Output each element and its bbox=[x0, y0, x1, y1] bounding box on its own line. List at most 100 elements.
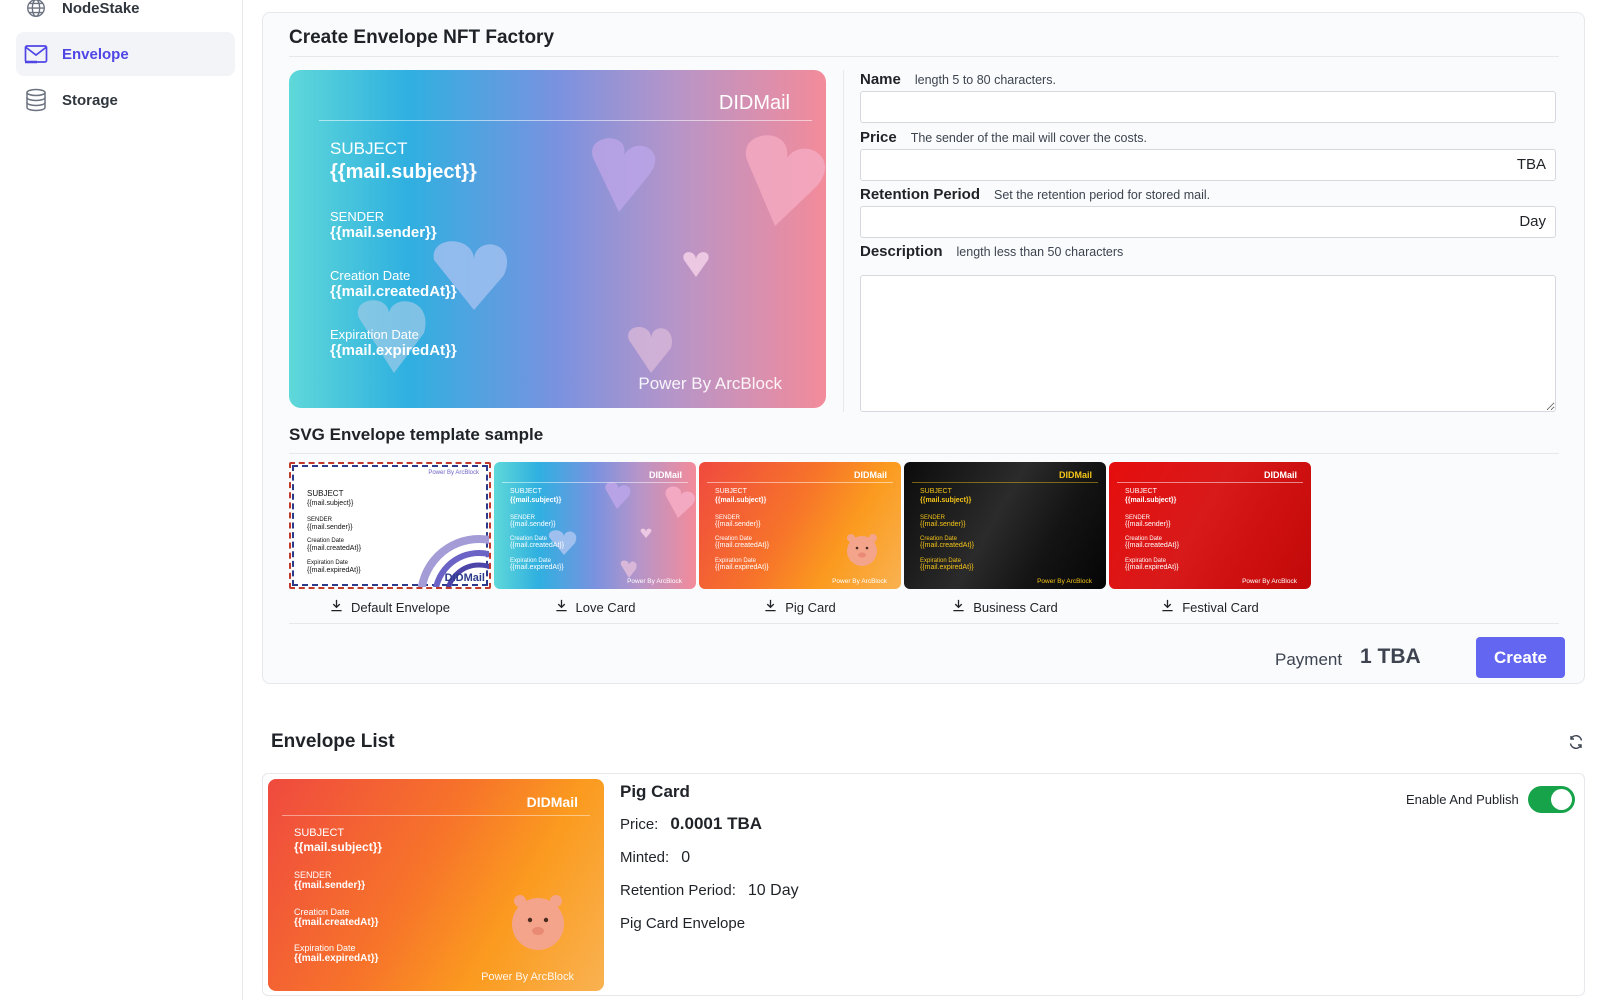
preview-sender-value: {{mail.sender}} bbox=[330, 224, 437, 241]
download-business-card[interactable]: Business Card bbox=[904, 599, 1106, 615]
envelope-list-item: Pig Card DIDMail SUBJECT {{mail.subject}… bbox=[262, 773, 1585, 996]
envelope-minted-row: Minted: 0 bbox=[620, 849, 690, 867]
refresh-icon[interactable] bbox=[1568, 734, 1584, 755]
name-input[interactable] bbox=[860, 91, 1556, 123]
template-created-value: {{mail.createdAt}} bbox=[510, 542, 565, 549]
retention-row-label: Retention Period: bbox=[620, 882, 736, 899]
template-expired-label: Expiration Date bbox=[307, 560, 349, 566]
title-divider bbox=[289, 56, 1559, 57]
description-textarea[interactable] bbox=[860, 275, 1556, 412]
price-input[interactable] bbox=[860, 149, 1556, 181]
envelope-subject-label: SUBJECT bbox=[294, 827, 345, 839]
description-label-text: Description bbox=[860, 243, 943, 260]
envelope-description: Pig Card Envelope bbox=[620, 915, 746, 932]
template-brand: DIDMail bbox=[853, 470, 887, 480]
template-caption: Festival Card bbox=[1182, 599, 1259, 615]
envelope-retention-row: Retention Period: 10 Day bbox=[620, 882, 799, 900]
retention-suffix: Day bbox=[1519, 213, 1546, 230]
envelope-thumbnail: Pig Card DIDMail SUBJECT {{mail.subject}… bbox=[268, 779, 604, 991]
template-default-envelope[interactable]: Power By ArcBlock SUBJECT {{mail.subject… bbox=[289, 462, 491, 589]
template-festival-card[interactable]: DIDMail SUBJECT {{mail.subject}} SENDER … bbox=[1109, 462, 1311, 589]
envelope-power-text: Power By ArcBlock bbox=[481, 971, 574, 983]
name-label-text: Name bbox=[860, 71, 901, 88]
name-hint: length 5 to 80 characters. bbox=[914, 73, 1056, 87]
envelope-expired-value: {{mail.expiredAt}} bbox=[294, 953, 379, 964]
create-button[interactable]: Create bbox=[1476, 637, 1565, 678]
template-subject-label: SUBJECT bbox=[1125, 488, 1157, 495]
retention-hint: Set the retention period for stored mail… bbox=[994, 188, 1211, 202]
template-created-value: {{mail.createdAt}} bbox=[1125, 542, 1180, 549]
envelope-name: Pig Card bbox=[620, 782, 690, 801]
template-divider bbox=[707, 482, 893, 483]
download-icon bbox=[764, 599, 777, 615]
enable-publish-toggle[interactable] bbox=[1528, 786, 1575, 813]
template-sender-value: {{mail.sender}} bbox=[510, 521, 556, 528]
template-sender-value: {{mail.sender}} bbox=[1125, 521, 1171, 528]
preview-created-label: Creation Date bbox=[330, 268, 411, 283]
retention-input[interactable] bbox=[860, 206, 1556, 238]
template-subject-label: SUBJECT bbox=[510, 488, 542, 495]
envelope-expired-label: Expiration Date bbox=[294, 943, 356, 953]
sidebar-item-storage[interactable]: Storage bbox=[16, 78, 235, 122]
envelope-created-label: Creation Date bbox=[294, 907, 350, 917]
sidebar-item-label: Envelope bbox=[62, 45, 129, 63]
template-power-text: Power By ArcBlock bbox=[1242, 578, 1297, 585]
envelope-sender-value: {{mail.sender}} bbox=[294, 880, 366, 891]
template-expired-value: {{mail.expiredAt}} bbox=[920, 564, 974, 571]
template-created-value: {{mail.createdAt}} bbox=[715, 542, 770, 549]
download-icon bbox=[330, 599, 343, 615]
preview-created-value: {{mail.createdAt}} bbox=[330, 283, 457, 300]
envelope-brand: DIDMail bbox=[526, 794, 578, 810]
sidebar-item-nodestake[interactable]: NodeStake bbox=[16, 0, 235, 30]
download-default-envelope[interactable]: Default Envelope bbox=[289, 599, 491, 615]
price-row-value: 0.0001 TBA bbox=[670, 814, 763, 833]
envelope-sender-label: SENDER bbox=[294, 870, 332, 880]
retention-input-wrapper: Day bbox=[860, 206, 1556, 238]
template-expired-value: {{mail.expiredAt}} bbox=[510, 564, 564, 571]
template-power-text: Power By ArcBlock bbox=[428, 470, 479, 476]
download-icon bbox=[1161, 599, 1174, 615]
database-icon bbox=[24, 88, 48, 112]
template-expired-value: {{mail.expiredAt}} bbox=[1125, 564, 1179, 571]
template-subject-label: SUBJECT bbox=[307, 489, 344, 498]
globe-icon bbox=[24, 0, 48, 20]
preview-expired-label: Expiration Date bbox=[330, 327, 419, 342]
download-love-card[interactable]: Love Card bbox=[494, 599, 696, 615]
template-brand: DIDMail bbox=[648, 470, 682, 480]
template-pig-card[interactable]: DIDMail SUBJECT {{mail.subject}} SENDER … bbox=[699, 462, 901, 589]
template-caption: Pig Card bbox=[785, 599, 836, 615]
template-subject-label: SUBJECT bbox=[920, 488, 952, 495]
payment-value: 1 TBA bbox=[1360, 645, 1421, 668]
toggle-knob bbox=[1551, 789, 1572, 810]
retention-label-text: Retention Period bbox=[860, 186, 981, 203]
template-caption: Default Envelope bbox=[350, 599, 450, 615]
template-business-card[interactable]: DIDMail SUBJECT {{mail.subject}} SENDER … bbox=[904, 462, 1106, 589]
preview-expired-value: {{mail.expiredAt}} bbox=[330, 342, 457, 359]
template-subject-label: SUBJECT bbox=[715, 488, 747, 495]
sidebar-item-envelope[interactable]: Envelope bbox=[16, 32, 235, 76]
description-hint: length less than 50 characters bbox=[956, 245, 1124, 259]
template-sender-label: SENDER bbox=[307, 517, 333, 523]
mail-icon bbox=[24, 42, 48, 66]
price-hint: The sender of the mail will cover the co… bbox=[910, 131, 1147, 145]
template-subject-value: {{mail.subject}} bbox=[307, 500, 354, 507]
envelope-description-row: Pig Card Envelope bbox=[620, 915, 745, 932]
template-divider bbox=[1117, 482, 1303, 483]
template-divider bbox=[502, 482, 688, 483]
preview-subject-label: SUBJECT bbox=[330, 139, 408, 158]
template-sender-value: {{mail.sender}} bbox=[920, 521, 966, 528]
envelope-price-row: Price: 0.0001 TBA bbox=[620, 814, 762, 834]
template-created-label: Creation Date bbox=[307, 538, 345, 544]
price-suffix: TBA bbox=[1516, 156, 1546, 173]
download-festival-card[interactable]: Festival Card bbox=[1109, 599, 1311, 615]
footer-divider bbox=[289, 623, 1559, 624]
template-expired-value: {{mail.expiredAt}} bbox=[307, 567, 361, 574]
samples-divider bbox=[289, 453, 1559, 454]
template-sender-value: {{mail.sender}} bbox=[715, 521, 761, 528]
download-pig-card[interactable]: Pig Card bbox=[699, 599, 901, 615]
preview-brand: DIDMail bbox=[718, 92, 790, 114]
template-love-card[interactable]: DIDMail SUBJECT {{mail.subject}} SENDER … bbox=[494, 462, 696, 589]
template-subject-value: {{mail.subject}} bbox=[920, 497, 972, 504]
retention-row-value: 10 Day bbox=[747, 882, 799, 899]
template-subject-value: {{mail.subject}} bbox=[715, 497, 767, 504]
